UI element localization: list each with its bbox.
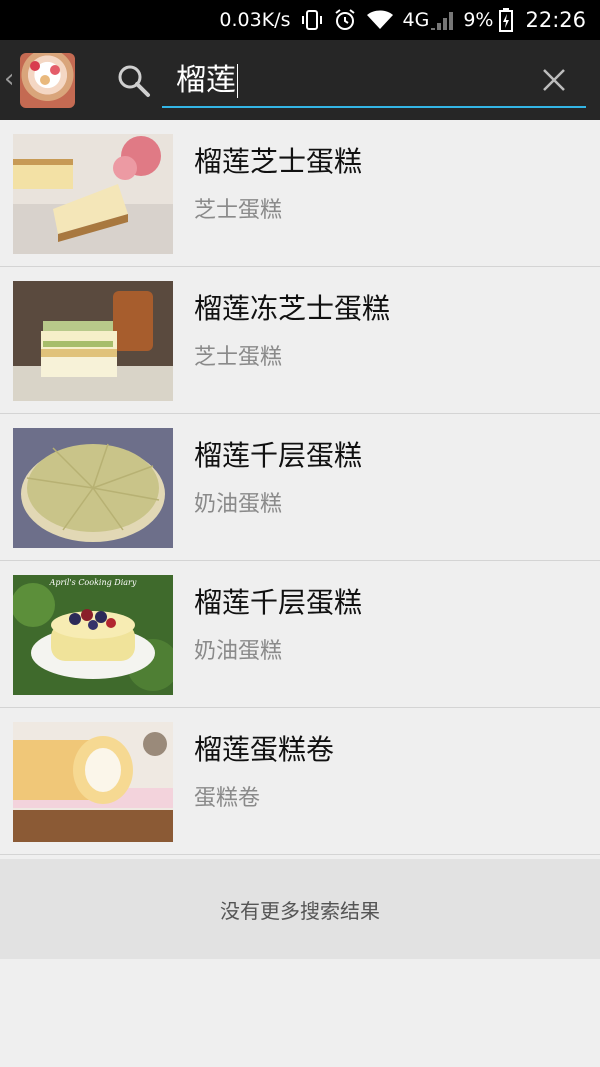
signal-icon — [431, 10, 454, 30]
cake-roll-thumbnail — [13, 722, 173, 842]
search-toolbar: ‹ 榴莲 — [0, 40, 600, 120]
result-item[interactable]: 榴莲芝士蛋糕 芝士蛋糕 — [0, 120, 600, 267]
result-item[interactable]: 榴莲千层蛋糕 奶油蛋糕 — [0, 414, 600, 561]
back-chevron-icon[interactable]: ‹ — [4, 66, 14, 92]
result-item[interactable]: April's Cooking Diary 榴莲千层蛋糕 奶油蛋糕 — [0, 561, 600, 708]
result-title: 榴莲芝士蛋糕 — [194, 145, 363, 178]
no-more-results: 没有更多搜索结果 — [0, 859, 600, 959]
cheesecake-slice-thumbnail — [13, 281, 173, 401]
berry-crepe-cake-thumbnail: April's Cooking Diary — [13, 575, 173, 695]
network-type: 4G — [402, 9, 430, 31]
vibrate-icon — [301, 9, 323, 31]
result-title: 榴莲冻芝士蛋糕 — [194, 292, 391, 325]
result-category: 奶油蛋糕 — [194, 492, 283, 517]
result-item[interactable]: 榴莲蛋糕卷 蛋糕卷 — [0, 708, 600, 855]
cheesecake-thumbnail — [13, 134, 173, 254]
result-item[interactable]: 榴莲冻芝士蛋糕 芝士蛋糕 — [0, 267, 600, 414]
result-category: 蛋糕卷 — [194, 786, 261, 811]
thumbnail-watermark: April's Cooking Diary — [49, 578, 137, 587]
wifi-icon — [366, 10, 393, 30]
clock: 22:26 — [525, 8, 586, 32]
status-bar: 0.03K/s 4G 9% 22:26 — [0, 0, 600, 40]
text-cursor — [237, 64, 238, 98]
result-category: 芝士蛋糕 — [194, 345, 283, 370]
search-input[interactable]: 榴莲 — [162, 56, 586, 108]
search-results-list: 榴莲芝士蛋糕 芝士蛋糕 榴莲冻芝士蛋糕 芝士蛋糕 榴莲千层蛋糕 奶油蛋糕 Apr… — [0, 120, 600, 855]
alarm-icon — [333, 8, 357, 32]
clear-search-icon[interactable] — [541, 67, 567, 93]
app-icon[interactable] — [20, 53, 75, 108]
result-title: 榴莲千层蛋糕 — [194, 586, 363, 619]
result-category: 奶油蛋糕 — [194, 639, 283, 664]
network-speed: 0.03K/s — [219, 9, 291, 31]
search-icon[interactable] — [116, 63, 152, 99]
result-category: 芝士蛋糕 — [194, 198, 283, 223]
result-title: 榴莲千层蛋糕 — [194, 439, 363, 472]
result-title: 榴莲蛋糕卷 — [194, 733, 335, 766]
battery-charging-icon — [499, 8, 514, 32]
search-query-text: 榴莲 — [176, 63, 236, 98]
battery-level: 9% — [463, 9, 494, 31]
crepe-cake-thumbnail — [13, 428, 173, 548]
